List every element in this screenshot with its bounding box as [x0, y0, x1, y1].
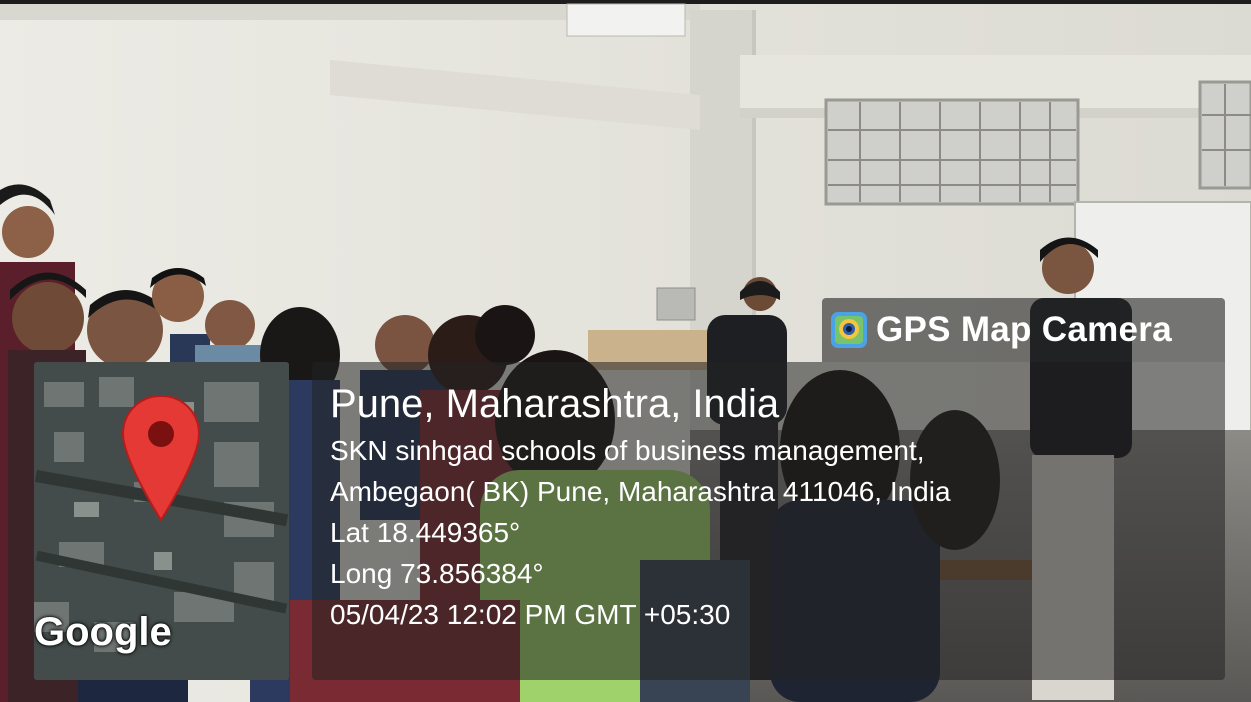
- address-line-1: SKN sinhgad schools of business manageme…: [330, 435, 925, 466]
- google-watermark: Google: [34, 610, 172, 654]
- address-line-2: Ambegaon( BK) Pune, Maharashtra 411046, …: [330, 476, 951, 507]
- latitude-label: Lat 18.449365°: [330, 517, 521, 548]
- photo-stage: GPS Map Camera Google Pune, Maharashtra,…: [0, 0, 1251, 702]
- map-pin-icon: [121, 394, 201, 522]
- location-text: Pune, Maharashtra, India SKN sinhgad sch…: [330, 378, 951, 635]
- city-label: Pune, Maharashtra, India: [330, 382, 780, 426]
- gps-map-camera-icon: [831, 312, 867, 348]
- map-thumbnail: Google: [34, 362, 289, 680]
- app-watermark: GPS Map Camera: [822, 298, 1225, 362]
- app-name: GPS Map Camera: [876, 310, 1172, 349]
- timestamp-label: 05/04/23 12:02 PM GMT +05:30: [330, 599, 731, 630]
- longitude-label: Long 73.856384°: [330, 558, 544, 589]
